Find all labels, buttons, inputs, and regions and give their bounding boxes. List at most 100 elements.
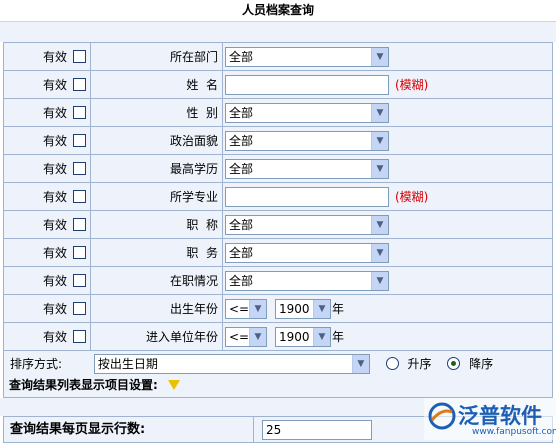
effective-label: 有效 — [42, 218, 67, 232]
sort-row: 排序方式: 按出生日期 ▼ 升序 降序 — [3, 350, 553, 377]
field-row: 有效 出生年份 <= ▼ 1900 ▼ 年 — [3, 294, 553, 323]
triangle-down-icon[interactable] — [168, 379, 180, 390]
chevron-down-icon[interactable]: ▼ — [371, 159, 388, 178]
operator-select-value: <= — [229, 301, 249, 316]
effective-cell: 有效 — [3, 154, 91, 183]
field-row: 有效 性 别全部 ▼ — [3, 98, 553, 127]
chevron-down-icon[interactable]: ▼ — [371, 271, 388, 290]
field-row: 有效 职 称全部 ▼ — [3, 210, 553, 239]
field-value-cell: <= ▼ 1900 ▼ 年 — [222, 294, 553, 323]
effective-label: 有效 — [42, 330, 67, 344]
chevron-down-icon[interactable]: ▼ — [313, 327, 330, 346]
field-select[interactable]: 全部 ▼ — [225, 158, 389, 179]
effective-label: 有效 — [42, 134, 67, 148]
field-label: 职 务 — [90, 238, 223, 267]
chevron-down-icon[interactable]: ▼ — [313, 299, 330, 318]
effective-checkbox[interactable] — [73, 162, 86, 175]
field-value-cell: 全部 ▼ — [222, 98, 553, 127]
chevron-down-icon[interactable]: ▼ — [249, 299, 266, 318]
sort-asc-radio[interactable] — [385, 357, 399, 370]
field-value-cell: 全部 ▼ — [222, 42, 553, 71]
year-select[interactable]: 1900 ▼ — [275, 298, 331, 319]
year-unit: 年 — [332, 330, 345, 344]
field-value-cell: (模糊) — [222, 70, 553, 99]
operator-select-value: <= — [229, 329, 249, 344]
effective-checkbox[interactable] — [73, 50, 86, 63]
field-row: 有效 进入单位年份 <= ▼ 1900 ▼ 年 — [3, 322, 553, 351]
header-spacer — [0, 22, 556, 42]
field-row: 有效 在职情况 全部 ▼ — [3, 266, 553, 295]
effective-cell: 有效 — [3, 238, 91, 267]
field-text-input[interactable] — [225, 74, 389, 95]
effective-label: 有效 — [42, 190, 67, 204]
field-row: 有效 所学专业 (模糊) — [3, 182, 553, 211]
field-value-cell: 全部 ▼ — [222, 210, 553, 239]
effective-checkbox[interactable] — [73, 134, 86, 147]
effective-cell: 有效 — [3, 98, 91, 127]
field-row: 有效 姓 名 (模糊) — [3, 70, 553, 99]
sort-desc-radio[interactable] — [447, 357, 461, 370]
field-label: 进入单位年份 — [90, 322, 223, 351]
field-select-value: 全部 — [229, 246, 254, 260]
sort-desc-label: 降序 — [469, 357, 494, 371]
field-label: 所学专业 — [90, 182, 223, 211]
effective-checkbox[interactable] — [73, 78, 86, 91]
sort-asc-label: 升序 — [407, 357, 432, 371]
field-value-cell: 全部 ▼ — [222, 154, 553, 183]
effective-label: 有效 — [42, 78, 67, 92]
field-row: 有效 所在部门 全部 ▼ — [3, 42, 553, 71]
brand-site: www.fanpusoft.com — [472, 427, 556, 437]
field-label: 所在部门 — [90, 42, 223, 71]
effective-checkbox[interactable] — [73, 274, 86, 287]
year-select-value: 1900 — [279, 329, 310, 344]
field-label: 姓 名 — [90, 70, 223, 99]
field-value-cell: (模糊) — [222, 182, 553, 211]
field-select-value: 全部 — [229, 274, 254, 288]
field-select-value: 全部 — [229, 218, 254, 232]
field-select[interactable]: 全部 ▼ — [225, 46, 389, 67]
effective-checkbox[interactable] — [73, 106, 86, 119]
field-select-value: 全部 — [229, 106, 254, 120]
fuzzy-hint: (模糊) — [395, 190, 429, 204]
operator-select[interactable]: <= ▼ — [225, 326, 267, 347]
chevron-down-icon[interactable]: ▼ — [371, 131, 388, 150]
effective-cell: 有效 — [3, 70, 91, 99]
field-select[interactable]: 全部 ▼ — [225, 270, 389, 291]
field-select[interactable]: 全部 ▼ — [225, 214, 389, 235]
field-select[interactable]: 全部 ▼ — [225, 242, 389, 263]
chevron-down-icon[interactable]: ▼ — [371, 47, 388, 66]
year-unit: 年 — [332, 302, 345, 316]
field-row: 有效 政治面貌 全部 ▼ — [3, 126, 553, 155]
field-text-input[interactable] — [225, 186, 389, 207]
year-select[interactable]: 1900 ▼ — [275, 326, 331, 347]
chevron-down-icon[interactable]: ▼ — [351, 354, 369, 373]
rows-per-page-input[interactable]: 25 — [262, 420, 372, 440]
effective-label: 有效 — [42, 302, 67, 316]
chevron-down-icon[interactable]: ▼ — [371, 215, 388, 234]
field-label: 最高学历 — [90, 154, 223, 183]
chevron-down-icon[interactable]: ▼ — [371, 103, 388, 122]
effective-cell: 有效 — [3, 294, 91, 323]
chevron-down-icon[interactable]: ▼ — [249, 327, 266, 346]
effective-label: 有效 — [42, 162, 67, 176]
field-row: 有效 职 务全部 ▼ — [3, 238, 553, 267]
sort-select-value: 按出生日期 — [97, 357, 158, 371]
effective-checkbox[interactable] — [73, 218, 86, 231]
sort-label: 排序方式: — [10, 357, 63, 371]
brand-logo: 泛普软件 www.fanpusoft.com — [424, 398, 556, 440]
operator-select[interactable]: <= ▼ — [225, 298, 267, 319]
result-settings-row: 查询结果列表显示项目设置: — [3, 374, 553, 398]
effective-checkbox[interactable] — [73, 246, 86, 259]
effective-label: 有效 — [42, 106, 67, 120]
effective-cell: 有效 — [3, 322, 91, 351]
effective-checkbox[interactable] — [73, 190, 86, 203]
brand-mark-icon — [428, 402, 456, 430]
field-label: 性 别 — [90, 98, 223, 127]
sort-select[interactable]: 按出生日期 ▼ — [93, 353, 370, 374]
effective-cell: 有效 — [3, 266, 91, 295]
field-select[interactable]: 全部 ▼ — [225, 102, 389, 123]
chevron-down-icon[interactable]: ▼ — [371, 243, 388, 262]
effective-checkbox[interactable] — [73, 330, 86, 343]
field-select[interactable]: 全部 ▼ — [225, 130, 389, 151]
effective-checkbox[interactable] — [73, 302, 86, 315]
